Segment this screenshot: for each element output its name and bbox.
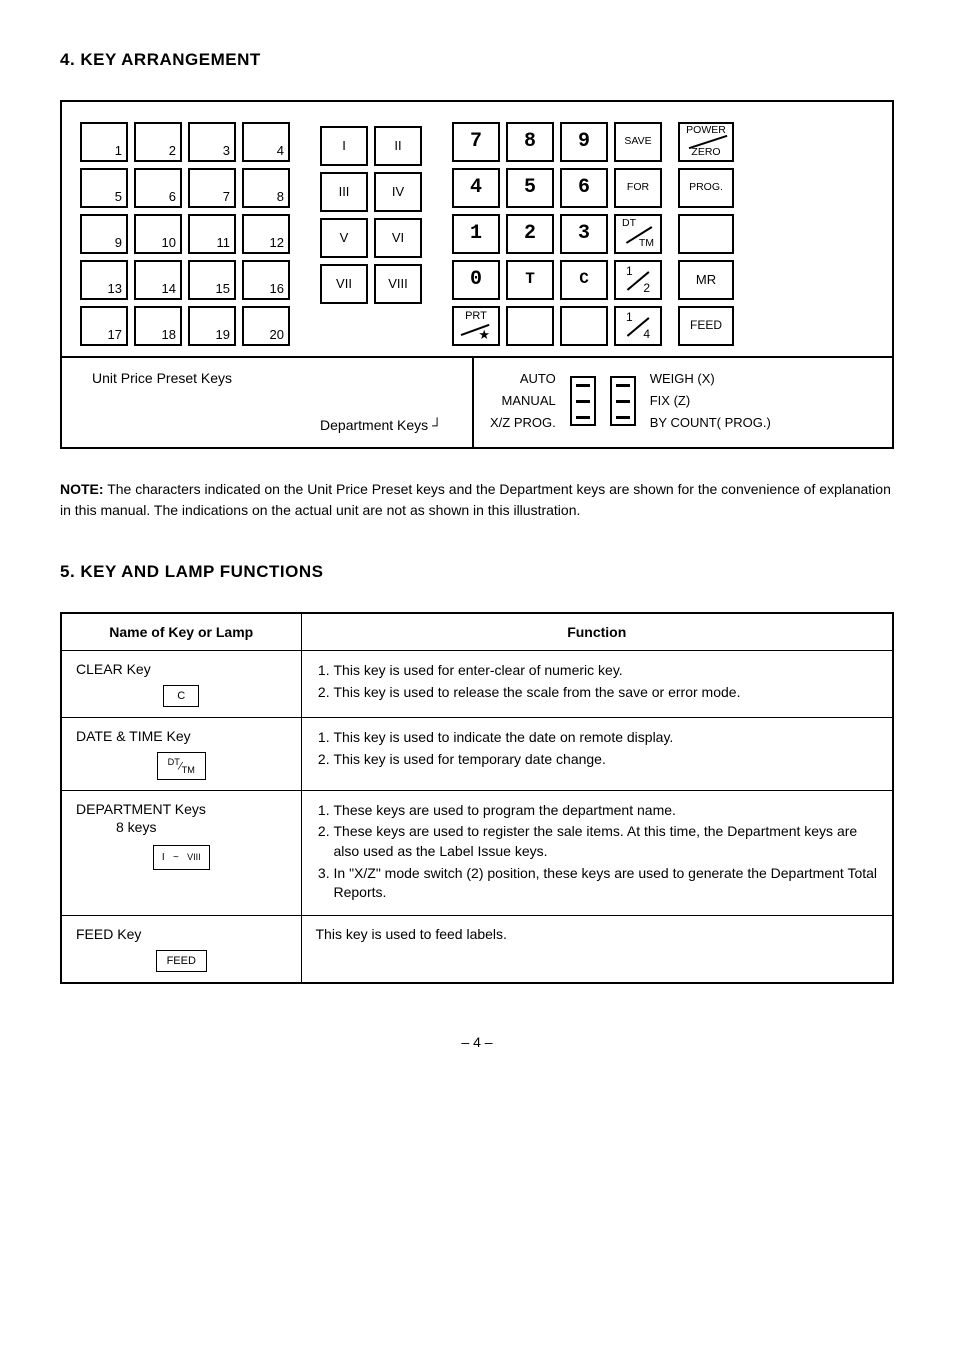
preset-key-4[interactable]: 4 <box>242 122 290 162</box>
fn-text: This key is used to release the scale fr… <box>334 683 879 703</box>
name-feed-key: FEED Key <box>76 926 287 942</box>
fn-text: In "X/Z" mode switch (2) position, these… <box>334 864 879 903</box>
preset-key-15[interactable]: 15 <box>188 260 236 300</box>
key-arrangement-figure: 1 2 3 4 5 6 7 8 9 10 11 12 13 14 15 16 1… <box>60 100 894 449</box>
power-zero-key[interactable]: POWERZERO <box>678 122 734 162</box>
preset-key-2[interactable]: 2 <box>134 122 182 162</box>
section5-heading: 5. KEY AND LAMP FUNCTIONS <box>60 562 894 582</box>
table-header-name: Name of Key or Lamp <box>61 613 301 651</box>
note-paragraph: NOTE: The characters indicated on the Un… <box>60 479 894 522</box>
preset-key-9[interactable]: 9 <box>80 214 128 254</box>
preset-key-16[interactable]: 16 <box>242 260 290 300</box>
preset-key-14[interactable]: 14 <box>134 260 182 300</box>
table-row: FEED Key FEED This key is used to feed l… <box>61 915 893 983</box>
num-key-0[interactable]: 0 <box>452 260 500 300</box>
fn-text: This key is used for enter-clear of nume… <box>334 661 879 681</box>
unit-price-legend: Unit Price Preset Keys <box>92 370 462 386</box>
num-key-1[interactable]: 1 <box>452 214 500 254</box>
preset-key-11[interactable]: 11 <box>188 214 236 254</box>
preset-key-17[interactable]: 17 <box>80 306 128 346</box>
keycap-feed: FEED <box>156 950 207 972</box>
page-number: – 4 – <box>60 1034 894 1050</box>
key-lamp-function-table: Name of Key or Lamp Function CLEAR Key C… <box>60 612 894 984</box>
section4-heading: 4. KEY ARRANGEMENT <box>60 50 894 70</box>
num-key-3[interactable]: 3 <box>560 214 608 254</box>
department-keys-legend: Department Keys ┘ <box>92 417 462 433</box>
switch1-label-xz: X/Z PROG. <box>490 414 556 432</box>
switch1-label-manual: MANUAL <box>502 392 556 410</box>
num-key-5[interactable]: 5 <box>506 168 554 208</box>
function-key-column: POWERZERO PROG. MR FEED <box>678 122 734 346</box>
fn-text: This key is used to indicate the date on… <box>334 728 879 748</box>
save-key[interactable]: SAVE <box>614 122 662 162</box>
dept-key-5[interactable]: V <box>320 218 368 258</box>
keycap-c: C <box>163 685 199 707</box>
mode-switch-1[interactable] <box>570 376 596 426</box>
preset-key-7[interactable]: 7 <box>188 168 236 208</box>
name-department-keys: DEPARTMENT Keys <box>76 801 287 817</box>
fn-text: This key is used to feed labels. <box>301 915 893 983</box>
table-header-function: Function <box>301 613 893 651</box>
preset-key-20[interactable]: 20 <box>242 306 290 346</box>
dept-key-3[interactable]: III <box>320 172 368 212</box>
blank-key-1[interactable] <box>506 306 554 346</box>
dept-key-7[interactable]: VII <box>320 264 368 304</box>
preset-key-18[interactable]: 18 <box>134 306 182 346</box>
dept-key-2[interactable]: II <box>374 126 422 166</box>
num-key-2[interactable]: 2 <box>506 214 554 254</box>
preset-key-12[interactable]: 12 <box>242 214 290 254</box>
c-key[interactable]: C <box>560 260 608 300</box>
switch2-label-weigh: WEIGH (X) <box>650 370 715 388</box>
num-key-4[interactable]: 4 <box>452 168 500 208</box>
sub-8-keys: 8 keys <box>116 819 287 835</box>
fn-text: These keys are used to register the sale… <box>334 822 879 861</box>
preset-key-6[interactable]: 6 <box>134 168 182 208</box>
dept-key-4[interactable]: IV <box>374 172 422 212</box>
mr-key[interactable]: MR <box>678 260 734 300</box>
preset-key-1[interactable]: 1 <box>80 122 128 162</box>
dt-tm-key[interactable]: DTTM <box>614 214 662 254</box>
numeric-keypad: 7 8 9 SAVE 4 5 6 FOR 1 2 3 DTTM 0 T C 12 <box>452 122 662 346</box>
legend-row: Unit Price Preset Keys Department Keys ┘… <box>62 356 892 447</box>
half-key[interactable]: 12 <box>614 260 662 300</box>
preset-key-10[interactable]: 10 <box>134 214 182 254</box>
preset-key-8[interactable]: 8 <box>242 168 290 208</box>
quarter-key[interactable]: 14 <box>614 306 662 346</box>
dept-key-1[interactable]: I <box>320 126 368 166</box>
name-dt-tm-key: DATE & TIME Key <box>76 728 287 744</box>
table-row: DATE & TIME Key DT∕TM This key is used t… <box>61 717 893 790</box>
for-key[interactable]: FOR <box>614 168 662 208</box>
note-label: NOTE: <box>60 481 104 497</box>
t-key[interactable]: T <box>506 260 554 300</box>
prog-key[interactable]: PROG. <box>678 168 734 208</box>
blank-key-2[interactable] <box>560 306 608 346</box>
switch2-label-bycount: BY COUNT( PROG.) <box>650 414 771 432</box>
dept-key-8[interactable]: VIII <box>374 264 422 304</box>
num-key-8[interactable]: 8 <box>506 122 554 162</box>
prt-star-key[interactable]: PRT★ <box>452 306 500 346</box>
switch1-label-auto: AUTO <box>520 370 556 388</box>
keycap-dept-range: I ~ VIII <box>153 845 210 870</box>
keycap-dttm: DT∕TM <box>157 752 206 780</box>
num-key-6[interactable]: 6 <box>560 168 608 208</box>
name-clear-key: CLEAR Key <box>76 661 287 677</box>
table-row: DEPARTMENT Keys 8 keys I ~ VIII These ke… <box>61 790 893 915</box>
feed-key[interactable]: FEED <box>678 306 734 346</box>
preset-key-3[interactable]: 3 <box>188 122 236 162</box>
department-keys: I II III IV V VI VII VIII <box>320 126 422 304</box>
preset-key-5[interactable]: 5 <box>80 168 128 208</box>
switch2-label-fix: FIX (Z) <box>650 392 690 410</box>
fn-text: This key is used for temporary date chan… <box>334 750 879 770</box>
dept-key-6[interactable]: VI <box>374 218 422 258</box>
preset-key-19[interactable]: 19 <box>188 306 236 346</box>
note-text: The characters indicated on the Unit Pri… <box>60 481 891 519</box>
preset-key-13[interactable]: 13 <box>80 260 128 300</box>
fn-text: These keys are used to program the depar… <box>334 801 879 821</box>
unit-price-preset-keys: 1 2 3 4 5 6 7 8 9 10 11 12 13 14 15 16 1… <box>80 122 290 346</box>
num-key-7[interactable]: 7 <box>452 122 500 162</box>
mode-switch-2[interactable] <box>610 376 636 426</box>
table-row: CLEAR Key C This key is used for enter-c… <box>61 650 893 717</box>
blank-key-3[interactable] <box>678 214 734 254</box>
num-key-9[interactable]: 9 <box>560 122 608 162</box>
